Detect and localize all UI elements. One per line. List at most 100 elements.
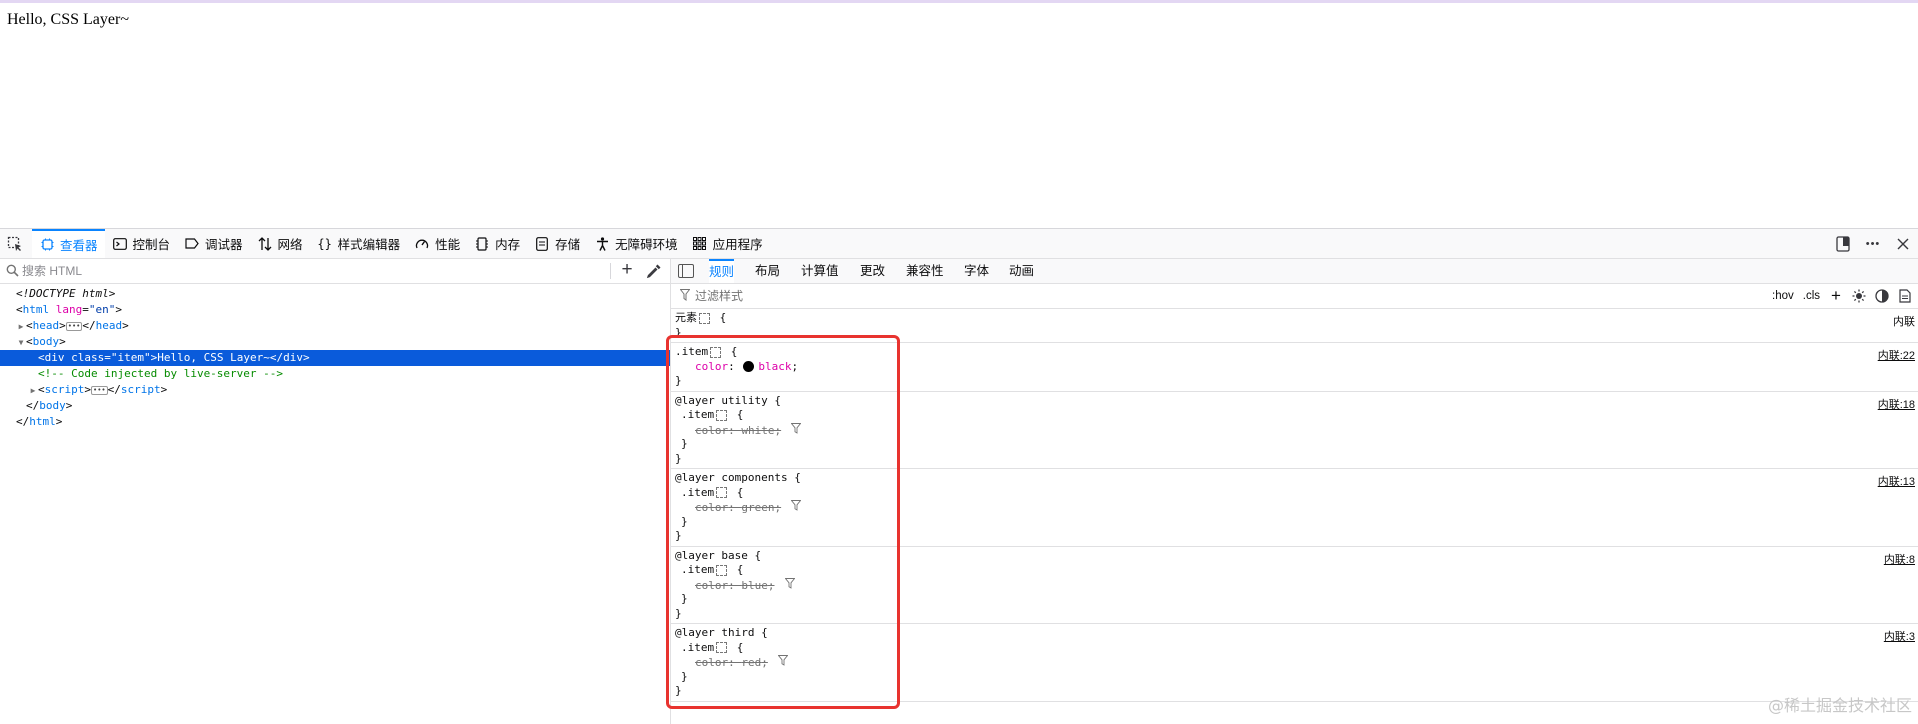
layer-rule: @layer utility {.item {color: white;}} 内联…	[671, 392, 1918, 469]
dock-side-icon[interactable]	[1834, 235, 1852, 253]
tree-node-head[interactable]: ▶ <head> ••• </head>	[0, 318, 670, 334]
tab-memory[interactable]: 内存	[467, 229, 527, 258]
rule-selector[interactable]: .item	[675, 345, 708, 358]
rule-source-link[interactable]: 内联:22	[1878, 347, 1915, 363]
rule-source-link[interactable]: 内联:8	[1884, 551, 1915, 567]
tree-node-div-item[interactable]: <div class="item">Hello, CSS Layer~</div…	[0, 350, 670, 366]
overridden-declaration[interactable]: color: green;	[675, 500, 1914, 515]
highlight-selector-icon[interactable]	[710, 346, 722, 358]
tab-label: 应用程序	[712, 238, 763, 252]
page-top-border	[0, 0, 1918, 3]
rule-selector[interactable]: .item	[681, 563, 714, 576]
tab-style-editor[interactable]: {} 样式编辑器	[310, 229, 408, 258]
filter-rules-icon[interactable]	[790, 500, 802, 516]
filter-rules-icon[interactable]	[784, 577, 795, 594]
rule-selector[interactable]: .item	[681, 408, 714, 421]
element-picker-icon[interactable]	[4, 233, 26, 255]
toggle-sidebar-icon[interactable]	[678, 264, 694, 278]
tab-inspector[interactable]: 查看器	[32, 229, 105, 258]
layer-header: @layer components {	[675, 471, 801, 484]
add-node-button[interactable]: +	[617, 260, 637, 281]
class-toggle-button[interactable]: .cls	[1803, 290, 1820, 302]
layer-rule: @layer third {.item {color: red;}} 内联:3	[671, 624, 1918, 702]
search-icon	[6, 264, 19, 277]
tab-label: 无障碍环境	[615, 238, 678, 252]
tab-changes[interactable]: 更改	[860, 259, 885, 283]
collapsed-dots-icon[interactable]: •••	[91, 385, 108, 395]
expand-arrow-icon[interactable]: ▶	[16, 319, 26, 335]
collapse-arrow-icon[interactable]: ▼	[16, 335, 26, 351]
print-media-icon[interactable]	[1898, 289, 1912, 303]
expand-arrow-icon[interactable]: ▶	[28, 383, 38, 399]
tab-rules[interactable]: 规则	[709, 259, 735, 283]
collapsed-dots-icon[interactable]: •••	[65, 321, 83, 331]
tree-node-body-close[interactable]: </body>	[0, 398, 670, 414]
rules-list: 元素 { } 内联 .item { color: black; } 内联:22 …	[671, 309, 1918, 702]
tab-application[interactable]: 应用程序	[685, 229, 770, 258]
tab-accessibility[interactable]: 无障碍环境	[587, 229, 685, 258]
tab-layout[interactable]: 布局	[755, 259, 780, 283]
rule-source-link[interactable]: 内联	[1893, 313, 1915, 329]
tree-node-script[interactable]: ▶ <script> ••• </script>	[0, 382, 670, 398]
tab-debugger[interactable]: 调试器	[177, 229, 250, 258]
watermark: @稀土掘金技术社区	[1767, 696, 1912, 715]
tab-label: 网络	[277, 238, 303, 252]
toolbar-right-tools: •••	[1834, 229, 1912, 258]
highlight-selector-icon[interactable]	[716, 564, 728, 576]
tab-console[interactable]: 控制台	[105, 229, 178, 258]
tab-network[interactable]: 网络	[250, 229, 310, 258]
highlight-selector-icon[interactable]	[716, 487, 728, 498]
rules-filter-bar: :hov .cls +	[671, 284, 1918, 309]
tab-performance[interactable]: 性能	[407, 229, 467, 258]
filter-styles-input[interactable]	[695, 287, 1295, 305]
tab-animations[interactable]: 动画	[1009, 259, 1034, 283]
rule-selector[interactable]: .item	[681, 641, 714, 654]
tab-storage[interactable]: 存储	[527, 229, 587, 258]
highlight-selector-icon[interactable]	[716, 409, 728, 421]
tree-node-html[interactable]: <html lang="en">	[0, 302, 670, 318]
tree-node-body[interactable]: ▼ <body>	[0, 334, 670, 350]
sidebar-tabs: 规则 布局 计算值 更改 兼容性 字体 动画	[671, 259, 1918, 284]
html-search-input[interactable]	[22, 262, 602, 280]
tab-label: 内存	[495, 238, 521, 252]
dark-theme-icon[interactable]	[1875, 289, 1889, 303]
tab-label: 控制台	[132, 238, 171, 252]
accessibility-icon	[595, 236, 609, 251]
highlight-selector-icon[interactable]	[699, 312, 710, 324]
tab-fonts[interactable]: 字体	[964, 259, 989, 283]
devtools-tabs: 查看器 控制台 调试器 网络 {} 样式编辑器 性能 内存 存储 无障碍环境 应用程序	[32, 229, 770, 258]
inspector-icon	[40, 238, 54, 252]
tree-node-doctype[interactable]: <!DOCTYPE html>	[0, 286, 670, 302]
layer-rule: @layer components {.item {color: green;}…	[671, 469, 1918, 547]
layer-header: @layer third {	[675, 626, 768, 639]
hover-state-button[interactable]: :hov	[1772, 290, 1794, 302]
element-rule: 元素 { } 内联	[671, 309, 1918, 343]
overridden-declaration[interactable]: color: red;	[675, 655, 1914, 670]
add-rule-icon[interactable]: +	[1829, 286, 1843, 306]
eyedropper-icon[interactable]	[645, 262, 663, 280]
overridden-declaration[interactable]: color: white;	[675, 422, 1914, 439]
rule-selector[interactable]: .item	[681, 486, 714, 499]
light-theme-icon[interactable]	[1852, 289, 1866, 303]
rules-panel: 规则 布局 计算值 更改 兼容性 字体 动画 :hov .cls + 元素 { …	[671, 259, 1918, 724]
more-options-icon[interactable]: •••	[1864, 235, 1882, 253]
close-icon[interactable]	[1894, 235, 1912, 253]
color-swatch-icon[interactable]	[743, 361, 755, 372]
rule-source-link[interactable]: 内联:3	[1884, 628, 1915, 644]
tab-compatibility[interactable]: 兼容性	[906, 259, 944, 283]
rule-source-link[interactable]: 内联:13	[1878, 473, 1915, 489]
highlight-selector-icon[interactable]	[716, 642, 728, 653]
overridden-declaration[interactable]: color: blue;	[675, 577, 1914, 594]
declaration[interactable]: color: black;	[675, 360, 1914, 375]
markup-tree: <!DOCTYPE html> <html lang="en"> ▶ <head>…	[0, 286, 670, 430]
page-content-text: Hello, CSS Layer~	[7, 11, 129, 28]
tab-computed[interactable]: 计算值	[801, 259, 839, 283]
element-selector: 元素	[675, 312, 697, 324]
tree-node-comment[interactable]: <!-- Code injected by live-server -->	[0, 366, 670, 382]
filter-rules-icon[interactable]	[790, 422, 802, 439]
tree-node-html-close[interactable]: </html>	[0, 414, 670, 430]
filter-rules-icon[interactable]	[777, 655, 789, 671]
tab-label: 调试器	[205, 238, 243, 252]
rule-source-link[interactable]: 内联:18	[1878, 396, 1915, 412]
item-rule: .item { color: black; } 内联:22	[671, 343, 1918, 392]
